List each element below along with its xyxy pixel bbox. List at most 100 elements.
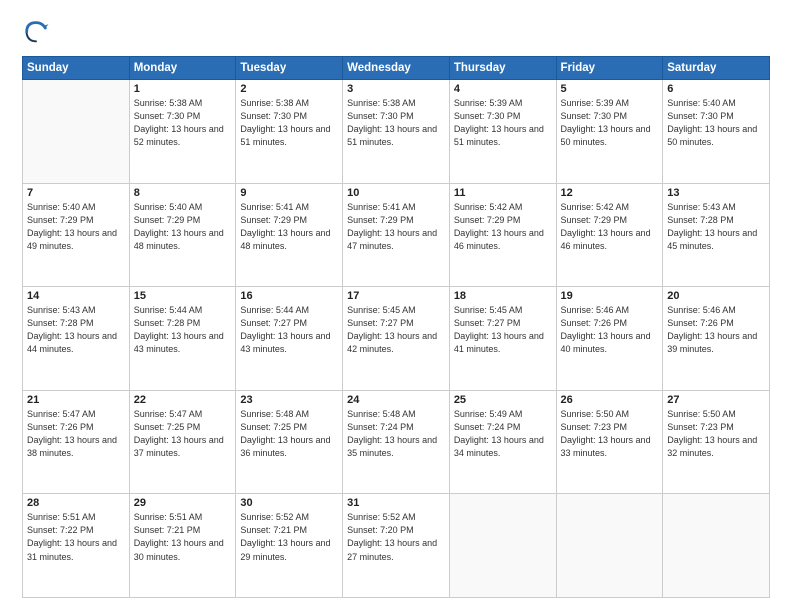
day-info: Sunrise: 5:39 AMSunset: 7:30 PMDaylight:… bbox=[561, 97, 659, 149]
day-number: 31 bbox=[347, 497, 445, 509]
day-cell: 30 Sunrise: 5:52 AMSunset: 7:21 PMDayligh… bbox=[236, 494, 343, 598]
day-info: Sunrise: 5:40 AMSunset: 7:29 PMDaylight:… bbox=[134, 201, 232, 253]
day-number: 1 bbox=[134, 83, 232, 95]
calendar-table: SundayMondayTuesdayWednesdayThursdayFrid… bbox=[22, 56, 770, 598]
day-number: 28 bbox=[27, 497, 125, 509]
header-day-sunday: Sunday bbox=[23, 57, 130, 80]
day-number: 29 bbox=[134, 497, 232, 509]
day-info: Sunrise: 5:41 AMSunset: 7:29 PMDaylight:… bbox=[347, 201, 445, 253]
day-cell: 2 Sunrise: 5:38 AMSunset: 7:30 PMDaylight… bbox=[236, 80, 343, 184]
day-number: 4 bbox=[454, 83, 552, 95]
week-row-2: 14Sunrise: 5:43 AMSunset: 7:28 PMDayligh… bbox=[23, 287, 770, 391]
header-day-monday: Monday bbox=[129, 57, 236, 80]
day-cell: 22 Sunrise: 5:47 AMSunset: 7:25 PMDayligh… bbox=[129, 390, 236, 494]
day-info: Sunrise: 5:44 AMSunset: 7:27 PMDaylight:… bbox=[240, 304, 338, 356]
day-number: 24 bbox=[347, 394, 445, 406]
day-info: Sunrise: 5:38 AMSunset: 7:30 PMDaylight:… bbox=[134, 97, 232, 149]
header-day-saturday: Saturday bbox=[663, 57, 770, 80]
day-cell: 16 Sunrise: 5:44 AMSunset: 7:27 PMDayligh… bbox=[236, 287, 343, 391]
day-cell: 1 Sunrise: 5:38 AMSunset: 7:30 PMDaylight… bbox=[129, 80, 236, 184]
day-info: Sunrise: 5:49 AMSunset: 7:24 PMDaylight:… bbox=[454, 408, 552, 460]
day-cell: 21 Sunrise: 5:47 AMSunset: 7:26 PMDayligh… bbox=[23, 390, 130, 494]
day-info: Sunrise: 5:42 AMSunset: 7:29 PMDaylight:… bbox=[454, 201, 552, 253]
day-number: 10 bbox=[347, 187, 445, 199]
day-info: Sunrise: 5:38 AMSunset: 7:30 PMDaylight:… bbox=[240, 97, 338, 149]
day-info: Sunrise: 5:39 AMSunset: 7:30 PMDaylight:… bbox=[454, 97, 552, 149]
day-cell: 7 Sunrise: 5:40 AMSunset: 7:29 PMDaylight… bbox=[23, 183, 130, 287]
day-cell: 31 Sunrise: 5:52 AMSunset: 7:20 PMDayligh… bbox=[343, 494, 450, 598]
day-cell: 29 Sunrise: 5:51 AMSunset: 7:21 PMDayligh… bbox=[129, 494, 236, 598]
day-number: 30 bbox=[240, 497, 338, 509]
day-number: 15 bbox=[134, 290, 232, 302]
day-cell: 18 Sunrise: 5:45 AMSunset: 7:27 PMDayligh… bbox=[449, 287, 556, 391]
week-row-3: 21 Sunrise: 5:47 AMSunset: 7:26 PMDayligh… bbox=[23, 390, 770, 494]
day-info: Sunrise: 5:51 AMSunset: 7:21 PMDaylight:… bbox=[134, 511, 232, 563]
day-cell: 25 Sunrise: 5:49 AMSunset: 7:24 PMDayligh… bbox=[449, 390, 556, 494]
day-info: Sunrise: 5:48 AMSunset: 7:25 PMDaylight:… bbox=[240, 408, 338, 460]
day-cell: 8 Sunrise: 5:40 AMSunset: 7:29 PMDaylight… bbox=[129, 183, 236, 287]
day-info: Sunrise: 5:51 AMSunset: 7:22 PMDaylight:… bbox=[27, 511, 125, 563]
day-cell: 20Sunrise: 5:46 AMSunset: 7:26 PMDayligh… bbox=[663, 287, 770, 391]
day-number: 3 bbox=[347, 83, 445, 95]
day-info: Sunrise: 5:46 AMSunset: 7:26 PMDaylight:… bbox=[561, 304, 659, 356]
day-info: Sunrise: 5:40 AMSunset: 7:30 PMDaylight:… bbox=[667, 97, 765, 149]
day-info: Sunrise: 5:45 AMSunset: 7:27 PMDaylight:… bbox=[347, 304, 445, 356]
day-info: Sunrise: 5:50 AMSunset: 7:23 PMDaylight:… bbox=[561, 408, 659, 460]
week-row-0: 1 Sunrise: 5:38 AMSunset: 7:30 PMDaylight… bbox=[23, 80, 770, 184]
day-info: Sunrise: 5:52 AMSunset: 7:20 PMDaylight:… bbox=[347, 511, 445, 563]
day-number: 7 bbox=[27, 187, 125, 199]
day-cell: 13 Sunrise: 5:43 AMSunset: 7:28 PMDayligh… bbox=[663, 183, 770, 287]
day-info: Sunrise: 5:50 AMSunset: 7:23 PMDaylight:… bbox=[667, 408, 765, 460]
day-cell: 6 Sunrise: 5:40 AMSunset: 7:30 PMDaylight… bbox=[663, 80, 770, 184]
day-info: Sunrise: 5:40 AMSunset: 7:29 PMDaylight:… bbox=[27, 201, 125, 253]
day-cell: 26Sunrise: 5:50 AMSunset: 7:23 PMDayligh… bbox=[556, 390, 663, 494]
day-number: 2 bbox=[240, 83, 338, 95]
day-cell: 10 Sunrise: 5:41 AMSunset: 7:29 PMDayligh… bbox=[343, 183, 450, 287]
day-number: 16 bbox=[240, 290, 338, 302]
day-number: 12 bbox=[561, 187, 659, 199]
day-number: 5 bbox=[561, 83, 659, 95]
day-cell: 17 Sunrise: 5:45 AMSunset: 7:27 PMDayligh… bbox=[343, 287, 450, 391]
day-info: Sunrise: 5:52 AMSunset: 7:21 PMDaylight:… bbox=[240, 511, 338, 563]
header-day-wednesday: Wednesday bbox=[343, 57, 450, 80]
day-info: Sunrise: 5:43 AMSunset: 7:28 PMDaylight:… bbox=[667, 201, 765, 253]
day-info: Sunrise: 5:45 AMSunset: 7:27 PMDaylight:… bbox=[454, 304, 552, 356]
week-row-4: 28 Sunrise: 5:51 AMSunset: 7:22 PMDayligh… bbox=[23, 494, 770, 598]
day-number: 25 bbox=[454, 394, 552, 406]
day-cell bbox=[449, 494, 556, 598]
day-info: Sunrise: 5:42 AMSunset: 7:29 PMDaylight:… bbox=[561, 201, 659, 253]
day-cell: 24Sunrise: 5:48 AMSunset: 7:24 PMDayligh… bbox=[343, 390, 450, 494]
day-cell: 5 Sunrise: 5:39 AMSunset: 7:30 PMDaylight… bbox=[556, 80, 663, 184]
logo bbox=[22, 18, 54, 46]
day-number: 8 bbox=[134, 187, 232, 199]
day-number: 19 bbox=[561, 290, 659, 302]
day-info: Sunrise: 5:43 AMSunset: 7:28 PMDaylight:… bbox=[27, 304, 125, 356]
day-number: 11 bbox=[454, 187, 552, 199]
day-cell: 14Sunrise: 5:43 AMSunset: 7:28 PMDayligh… bbox=[23, 287, 130, 391]
day-number: 18 bbox=[454, 290, 552, 302]
day-number: 13 bbox=[667, 187, 765, 199]
day-cell: 19 Sunrise: 5:46 AMSunset: 7:26 PMDayligh… bbox=[556, 287, 663, 391]
page: SundayMondayTuesdayWednesdayThursdayFrid… bbox=[0, 0, 792, 612]
day-number: 27 bbox=[667, 394, 765, 406]
day-info: Sunrise: 5:47 AMSunset: 7:25 PMDaylight:… bbox=[134, 408, 232, 460]
day-cell: 9Sunrise: 5:41 AMSunset: 7:29 PMDaylight… bbox=[236, 183, 343, 287]
day-number: 6 bbox=[667, 83, 765, 95]
day-number: 22 bbox=[134, 394, 232, 406]
logo-icon bbox=[22, 18, 50, 46]
day-cell bbox=[23, 80, 130, 184]
day-info: Sunrise: 5:46 AMSunset: 7:26 PMDaylight:… bbox=[667, 304, 765, 356]
day-number: 23 bbox=[240, 394, 338, 406]
day-info: Sunrise: 5:41 AMSunset: 7:29 PMDaylight:… bbox=[240, 201, 338, 253]
day-info: Sunrise: 5:47 AMSunset: 7:26 PMDaylight:… bbox=[27, 408, 125, 460]
day-number: 17 bbox=[347, 290, 445, 302]
week-row-1: 7 Sunrise: 5:40 AMSunset: 7:29 PMDaylight… bbox=[23, 183, 770, 287]
day-info: Sunrise: 5:44 AMSunset: 7:28 PMDaylight:… bbox=[134, 304, 232, 356]
day-number: 21 bbox=[27, 394, 125, 406]
day-cell: 12 Sunrise: 5:42 AMSunset: 7:29 PMDayligh… bbox=[556, 183, 663, 287]
day-cell: 3 Sunrise: 5:38 AMSunset: 7:30 PMDaylight… bbox=[343, 80, 450, 184]
header-row: SundayMondayTuesdayWednesdayThursdayFrid… bbox=[23, 57, 770, 80]
day-info: Sunrise: 5:38 AMSunset: 7:30 PMDaylight:… bbox=[347, 97, 445, 149]
header bbox=[22, 18, 770, 46]
day-cell: 15 Sunrise: 5:44 AMSunset: 7:28 PMDayligh… bbox=[129, 287, 236, 391]
